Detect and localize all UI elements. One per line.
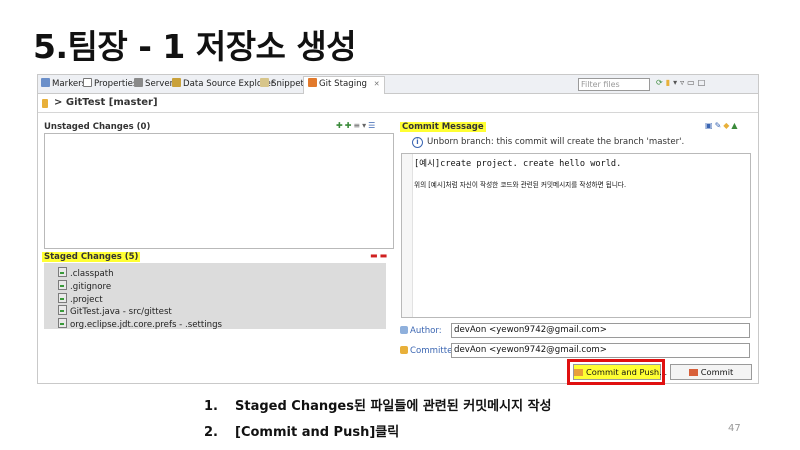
commit-message-title-text: Commit Message <box>400 122 486 132</box>
push-icon[interactable]: ▲ <box>731 121 739 130</box>
eclipse-window: Markers Properties Servers Data Source E… <box>37 74 759 384</box>
unborn-branch-info: i Unborn branch: this commit will create … <box>412 137 684 148</box>
list-item-label: .classpath <box>70 269 114 279</box>
unstaged-changes-title: Unstaged Changes (0) <box>44 122 151 132</box>
staged-changes-title-text: Staged Changes (5) <box>42 252 141 262</box>
tab-git-staging[interactable]: Git Staging ✕ <box>303 76 385 94</box>
list-item[interactable]: .classpath <box>58 267 114 279</box>
commit-icon <box>688 369 698 376</box>
commit-label: Commit <box>700 367 734 377</box>
list-item[interactable]: org.eclipse.jdt.core.prefs - .settings <box>58 318 222 330</box>
servers-icon <box>134 78 143 87</box>
refresh-icon[interactable]: ⟳ <box>656 78 666 87</box>
file-icon <box>58 267 67 277</box>
amend-icon[interactable]: ▣ <box>705 121 715 130</box>
view-toolbar-icons: ⟳▮▾▿▭□ <box>656 78 708 87</box>
stage-selected-icon[interactable]: ✚ <box>336 121 345 130</box>
staged-toolbar-icons: ▬▬ <box>370 251 389 260</box>
page-number: 47 <box>728 423 741 434</box>
unstaged-changes-list[interactable] <box>44 133 394 249</box>
maximize-icon[interactable]: □ <box>698 78 709 87</box>
properties-icon <box>83 78 92 87</box>
markers-icon <box>41 78 50 87</box>
tab-data-source-explorer[interactable]: Data Source Explorer <box>172 77 274 91</box>
step-text: Staged Changes된 파일들에 관련된 커밋메시지 작성 <box>235 399 552 414</box>
unstage-selected-icon[interactable]: ▬ <box>370 251 380 260</box>
tab-label: Properties <box>94 79 138 89</box>
unstage-all-icon[interactable]: ▬ <box>380 251 390 260</box>
tab-markers[interactable]: Markers <box>41 77 86 91</box>
commit-toolbar-icons: ▣✎◆▲ <box>705 121 740 130</box>
list-item[interactable]: .project <box>58 293 103 305</box>
list-item-label: .gitignore <box>70 282 112 292</box>
tree-view-icon[interactable]: ☰ <box>368 121 377 130</box>
slide-title: 5.팀장 - 1 저장소 생성 <box>33 27 357 66</box>
unborn-branch-info-text: Unborn branch: this commit will create t… <box>427 137 685 147</box>
commit-message-title: Commit Message <box>400 122 486 132</box>
snippets-icon <box>260 78 269 87</box>
author-label-text: Author: <box>410 326 442 336</box>
staged-changes-title: Staged Changes (5) <box>42 252 141 262</box>
list-item-label: .project <box>70 295 103 305</box>
filter-files-input[interactable]: Filter files <box>578 78 650 91</box>
file-icon <box>58 318 67 328</box>
list-item-label: org.eclipse.jdt.core.prefs - .settings <box>70 320 223 330</box>
commit-message-editor[interactable] <box>401 153 751 318</box>
commit-message-line-1: [예시]create project. create hello world. <box>414 159 622 169</box>
tab-properties[interactable]: Properties <box>83 77 137 91</box>
highlight-annotation <box>567 359 665 385</box>
repository-header: > GitTest [master] <box>38 94 758 113</box>
repository-title: > GitTest [master] <box>54 97 158 108</box>
step-2: 2. [Commit and Push]클릭 <box>204 421 399 440</box>
step-1: 1. Staged Changes된 파일들에 관련된 커밋메시지 작성 <box>204 395 552 414</box>
minimize-icon[interactable]: ▭ <box>687 78 698 87</box>
sign-off-icon[interactable]: ✎ <box>715 121 724 130</box>
person-icon <box>400 346 408 354</box>
step-number: 2. <box>204 425 218 440</box>
tab-snippets[interactable]: Snippets <box>260 77 308 91</box>
view-tab-bar: Markers Properties Servers Data Source E… <box>38 75 758 94</box>
close-icon[interactable]: ✕ <box>374 80 380 88</box>
tab-label: Markers <box>52 79 87 89</box>
unstaged-toolbar-icons: ✚✚≡▾☰ <box>336 121 377 130</box>
list-item[interactable]: GitTest.java - src/gittest <box>58 305 172 317</box>
compare-icon[interactable]: ▮ <box>666 78 673 87</box>
commit-button[interactable]: Commit <box>670 364 752 380</box>
step-number: 1. <box>204 399 218 414</box>
step-text: [Commit and Push]클릭 <box>235 425 400 440</box>
list-item-label: GitTest.java - src/gittest <box>70 307 172 317</box>
git-staging-icon <box>308 78 317 87</box>
author-label: Author: <box>400 326 442 336</box>
repository-icon <box>42 99 48 108</box>
staged-changes-list[interactable]: .classpath .gitignore .project GitTest.j… <box>44 263 386 330</box>
committer-label: Committer: <box>400 346 459 356</box>
commit-message-line-2: 위의 [예시]처럼 자신이 작성한 코드와 관련된 커밋메시지를 작성하면 됩니… <box>414 181 627 189</box>
tab-label: Git Staging <box>319 79 367 89</box>
author-field[interactable]: devAon <yewon9742@gmail.com> <box>451 323 750 338</box>
editor-gutter <box>402 154 413 317</box>
java-file-icon <box>58 305 67 315</box>
list-item[interactable]: .gitignore <box>58 280 111 292</box>
list-view-icon[interactable]: ≡ <box>353 121 362 130</box>
file-icon <box>58 280 67 290</box>
file-icon <box>58 293 67 303</box>
data-source-icon <box>172 78 181 87</box>
committer-field[interactable]: devAon <yewon9742@gmail.com> <box>451 343 750 358</box>
info-icon: i <box>412 137 423 148</box>
person-icon <box>400 326 408 334</box>
